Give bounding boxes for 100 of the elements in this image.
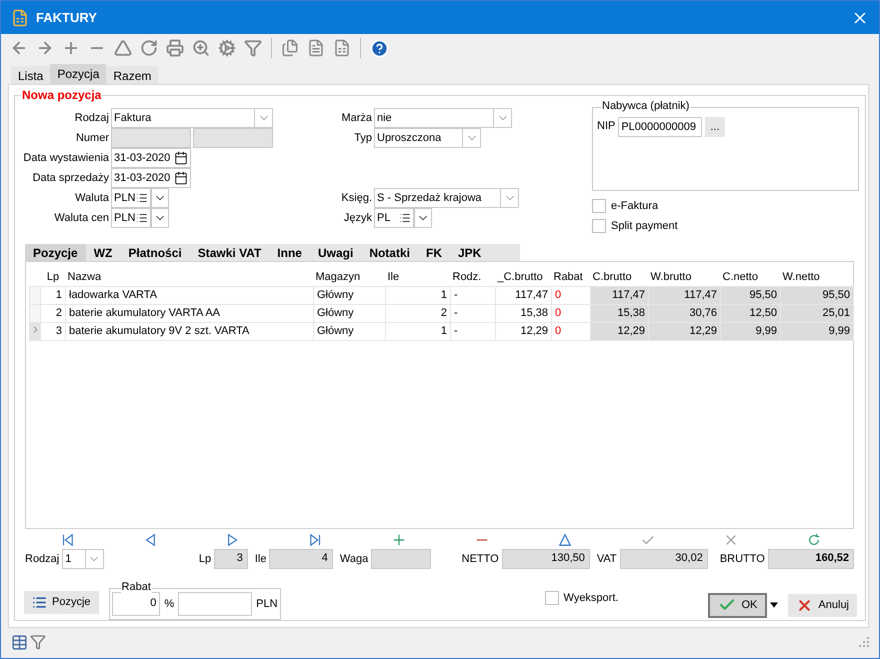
- dropdown-field[interactable]: Faktura: [111, 108, 273, 128]
- column-header[interactable]: Magazyn: [314, 268, 386, 286]
- tab[interactable]: Płatności: [120, 244, 190, 262]
- document-icon[interactable]: [333, 39, 351, 57]
- unit-label: PLN: [256, 598, 278, 610]
- refresh-icon[interactable]: [806, 533, 820, 548]
- table-cell: 95,50: [720, 286, 780, 304]
- tab[interactable]: Pozycja: [50, 64, 106, 84]
- currency-field[interactable]: PL: [374, 208, 414, 228]
- checkbox[interactable]: [592, 199, 606, 213]
- table-cell: 15,38: [496, 304, 552, 322]
- discount-percent-field[interactable]: 0: [112, 592, 160, 616]
- calendar-icon[interactable]: [174, 151, 188, 165]
- lp-field: 3: [214, 548, 248, 569]
- net-total-field: 130,50: [502, 548, 590, 569]
- field-label: BRUTTO: [720, 552, 765, 565]
- tab[interactable]: Pozycje: [25, 244, 86, 262]
- column-header[interactable]: _C.brutto: [496, 268, 552, 286]
- field-label: Data wystawienia: [22, 152, 109, 164]
- resize-grip-icon[interactable]: [859, 637, 869, 647]
- dropdown-field[interactable]: 1: [62, 548, 104, 569]
- field-label: NETTO: [462, 552, 499, 565]
- tab[interactable]: Stawki VAT: [190, 244, 270, 262]
- gear-icon[interactable]: [218, 39, 236, 57]
- dropdown-field[interactable]: S - Sprzedaż krajowa: [374, 188, 519, 208]
- document-icon[interactable]: [307, 39, 325, 57]
- vat-total-field: 30,02: [620, 548, 708, 569]
- group-title: Nabywca (płatnik): [601, 100, 690, 112]
- quantity-field: 4: [269, 548, 333, 569]
- nav-last-icon[interactable]: [308, 533, 322, 548]
- browse-button[interactable]: ...: [705, 117, 725, 137]
- column-header[interactable]: C.brutto: [590, 268, 648, 286]
- tab[interactable]: Notatki: [361, 244, 418, 262]
- number-prefix-field[interactable]: [111, 128, 191, 148]
- currency-field[interactable]: PLN: [111, 188, 151, 208]
- filter-icon[interactable]: [244, 39, 262, 57]
- column-header[interactable]: Lp: [40, 268, 66, 286]
- date-field[interactable]: 31-03-2020: [111, 148, 191, 168]
- table-cell: 12,50: [720, 304, 780, 322]
- gross-total-field: 160,52: [768, 548, 854, 569]
- table-icon[interactable]: [11, 634, 28, 650]
- close-icon[interactable]: [724, 533, 738, 548]
- checkbox[interactable]: [592, 219, 606, 233]
- forward-arrow-icon[interactable]: [36, 39, 54, 57]
- plus-icon[interactable]: [62, 39, 80, 57]
- table-cell: 117,47: [648, 286, 720, 304]
- tab[interactable]: Uwagi: [310, 244, 362, 262]
- tab[interactable]: JPK: [450, 244, 490, 262]
- cancel-button[interactable]: Anuluj: [788, 594, 857, 617]
- dropdown-field[interactable]: Uproszczona: [374, 128, 481, 148]
- triangle-icon[interactable]: [558, 533, 572, 548]
- number-field[interactable]: [193, 128, 273, 148]
- column-header[interactable]: Nazwa: [66, 268, 314, 286]
- tab[interactable]: Razem: [106, 66, 158, 86]
- tab[interactable]: Lista: [11, 66, 50, 86]
- plus-icon[interactable]: [392, 533, 406, 548]
- column-header[interactable]: Rabat: [552, 268, 590, 286]
- dropdown-field[interactable]: nie: [374, 108, 512, 128]
- ok-button[interactable]: OK: [708, 592, 768, 618]
- date-field[interactable]: 31-03-2020: [111, 168, 191, 188]
- currency-field[interactable]: PLN: [111, 208, 151, 228]
- nip-field[interactable]: PL0000000009: [618, 117, 702, 137]
- nav-next-icon[interactable]: [226, 533, 240, 548]
- documents-icon[interactable]: [281, 39, 299, 57]
- table-cell: 12,29: [590, 322, 648, 340]
- table-cell: 0: [552, 286, 590, 304]
- discount-amount-field[interactable]: [178, 592, 252, 616]
- calendar-icon[interactable]: [174, 171, 188, 185]
- printer-icon[interactable]: [166, 39, 184, 57]
- column-header[interactable]: Ile: [386, 268, 450, 286]
- check-icon[interactable]: [640, 533, 654, 548]
- row-indicator[interactable]: [30, 322, 40, 340]
- table-cell: 9,99: [780, 322, 854, 340]
- window-title: FAKTURY: [36, 10, 98, 25]
- filter-icon[interactable]: [30, 634, 46, 650]
- field-label: Data sprzedaży: [32, 172, 109, 184]
- triangle-icon[interactable]: [114, 39, 132, 57]
- column-header[interactable]: W.brutto: [648, 268, 720, 286]
- dropdown-toggle[interactable]: [414, 208, 432, 228]
- table-cell: 12,29: [648, 322, 720, 340]
- tab[interactable]: WZ: [86, 244, 120, 262]
- dropdown-toggle[interactable]: [151, 208, 169, 228]
- help-icon[interactable]: [370, 38, 388, 58]
- refresh-icon[interactable]: [140, 39, 158, 57]
- table-cell: 117,47: [496, 286, 552, 304]
- zoom-icon[interactable]: [192, 39, 210, 57]
- tab[interactable]: Inne: [269, 244, 310, 262]
- table-cell: 0: [552, 304, 590, 322]
- column-header[interactable]: W.netto: [780, 268, 854, 286]
- field-label: Rodzaj: [74, 112, 109, 124]
- positions-button[interactable]: Pozycje: [24, 590, 99, 614]
- table-cell: baterie akumulatory VARTA AA: [66, 304, 314, 322]
- checkbox[interactable]: [544, 590, 559, 605]
- tab[interactable]: FK: [418, 244, 450, 262]
- dropdown-arrow-icon[interactable]: [770, 602, 778, 608]
- dropdown-toggle[interactable]: [151, 188, 169, 208]
- column-header[interactable]: Rodz.: [450, 268, 496, 286]
- column-header[interactable]: C.netto: [720, 268, 780, 286]
- checkbox-label: Wyeksport.: [564, 592, 618, 604]
- table-cell: ładowarka VARTA: [66, 286, 314, 304]
